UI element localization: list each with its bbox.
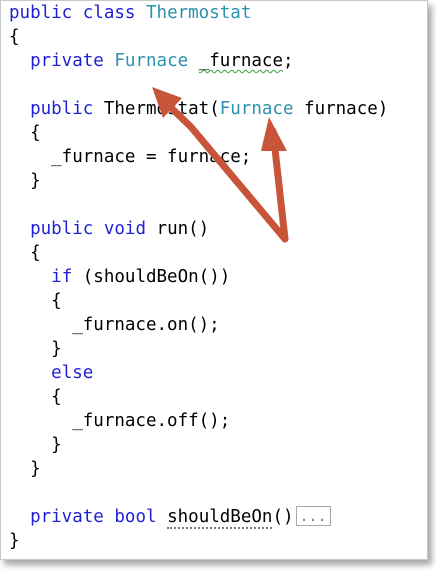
code-line: else: [9, 361, 388, 385]
code-line: }: [9, 169, 388, 193]
code-token: }: [9, 435, 62, 455]
code-line: _furnace.on();: [9, 313, 388, 337]
code-line: {: [9, 385, 388, 409]
code-line: {: [9, 241, 388, 265]
keyword-token: bool: [114, 507, 157, 527]
code-line: {: [9, 25, 388, 49]
code-token: run(): [146, 219, 210, 239]
code-token: {: [9, 123, 41, 143]
code-line: if (shouldBeOn()): [9, 265, 388, 289]
code-line: private Furnace _furnace;: [9, 49, 388, 73]
warning-squiggle-token: _furnace: [198, 51, 283, 71]
code-token: }: [9, 459, 41, 479]
code-editor: public class Thermostat{ private Furnace…: [9, 1, 388, 553]
code-token: ;: [283, 51, 294, 71]
code-token: furnace): [293, 99, 389, 119]
keyword-token: if: [51, 267, 73, 287]
code-line: private bool shouldBeOn()...: [9, 505, 388, 529]
collapsed-region-button[interactable]: ...: [295, 506, 331, 526]
keyword-token: public: [30, 99, 94, 119]
code-line: public class Thermostat: [9, 1, 388, 25]
code-token: }: [9, 171, 41, 191]
type-token: Furnace: [219, 99, 294, 119]
keyword-token: class: [82, 3, 136, 23]
code-token: {: [9, 243, 41, 263]
code-window: public class Thermostat{ private Furnace…: [0, 0, 428, 560]
keyword-token: public: [9, 3, 73, 23]
keyword-token: private: [30, 507, 104, 527]
keyword-token: private: [30, 51, 104, 71]
type-token: Furnace: [114, 51, 189, 71]
code-token: (): [272, 507, 294, 527]
method-name-token: shouldBeOn: [167, 507, 273, 529]
code-token: }: [9, 339, 62, 359]
code-line: public void run(): [9, 217, 388, 241]
code-line: }: [9, 457, 388, 481]
keyword-token: public: [30, 219, 94, 239]
code-token: Thermostat(: [93, 99, 220, 119]
code-line: }: [9, 529, 388, 553]
code-token: }: [9, 531, 20, 551]
code-line: {: [9, 289, 388, 313]
keyword-token: void: [103, 219, 146, 239]
code-token: {: [9, 27, 20, 47]
code-line: }: [9, 337, 388, 361]
code-line: }: [9, 433, 388, 457]
code-line: _furnace = furnace;: [9, 145, 388, 169]
type-token: Thermostat: [146, 3, 252, 23]
code-line: public Thermostat(Furnace furnace): [9, 97, 388, 121]
code-token: {: [9, 291, 62, 311]
keyword-token: else: [51, 363, 94, 383]
code-token: _furnace = furnace;: [9, 147, 252, 167]
code-line: {: [9, 121, 388, 145]
code-token: _furnace.off();: [9, 411, 231, 431]
code-token: _furnace.on();: [9, 315, 220, 335]
code-token: (shouldBeOn()): [72, 267, 231, 287]
code-line: _furnace.off();: [9, 409, 388, 433]
code-token: {: [9, 387, 62, 407]
